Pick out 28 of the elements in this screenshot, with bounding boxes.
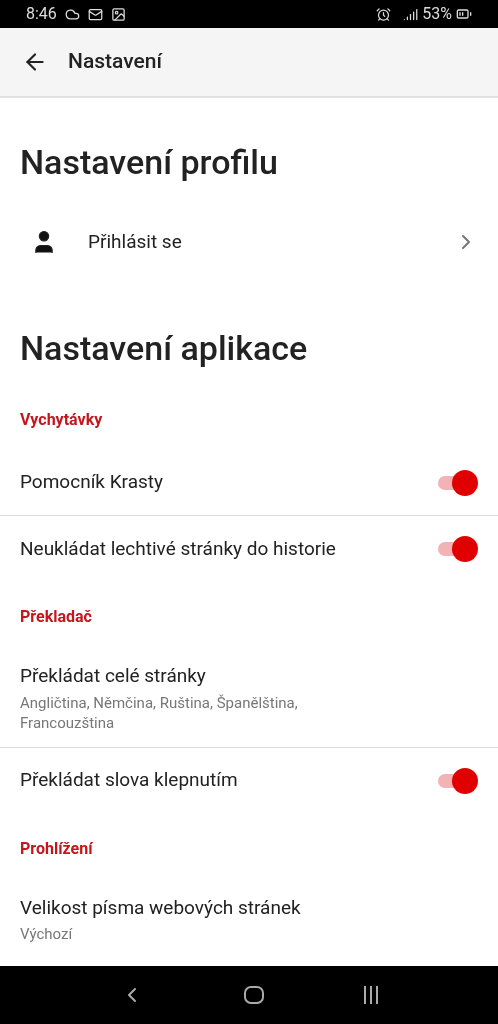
- category-label: Prohlížení: [20, 837, 93, 860]
- section-heading: Nastavení profilu: [19, 141, 279, 184]
- toggle-row[interactable]: Neukládat lechtivé stránky do historie: [0, 516, 498, 582]
- alarm-icon: [376, 6, 392, 22]
- section-heading: Nastavení aplikace: [19, 327, 309, 370]
- toggle-row[interactable]: Překládat slova klepnutím: [0, 747, 498, 814]
- app-bar-title: Nastavení: [68, 48, 162, 76]
- option-detail: Výchozí: [20, 924, 74, 944]
- recents-icon[interactable]: [364, 986, 378, 1004]
- mail-icon: [87, 6, 103, 22]
- category-label: Překladač: [20, 606, 92, 628]
- toggle-switch[interactable]: [438, 536, 478, 562]
- login-row[interactable]: Přihlásit se: [0, 204, 498, 280]
- battery-percent: 53%: [422, 3, 452, 25]
- signal-icon: [403, 6, 419, 22]
- status-time: 8:46: [26, 3, 57, 25]
- image-icon: [110, 6, 126, 22]
- option-row[interactable]: Velikost písma webových stránek Výchozí: [0, 879, 498, 958]
- option-row[interactable]: Překládat celé stránky Angličtina, Němčina, Ruština, Španělština, Francouzština: [0, 648, 498, 748]
- toggle-switch[interactable]: [438, 767, 478, 794]
- option-label: Překládat celé stránky: [20, 663, 207, 689]
- category-label: Vychytávky: [20, 409, 103, 431]
- option-label: Velikost písma webových stránek: [20, 894, 302, 921]
- toggle-switch[interactable]: [438, 469, 478, 496]
- home-icon[interactable]: [244, 986, 264, 1004]
- cloud-icon: [64, 6, 80, 22]
- battery-icon: [456, 6, 472, 22]
- option-detail: Angličtina, Němčina, Ruština, Španělština, Francouzština: [20, 692, 299, 733]
